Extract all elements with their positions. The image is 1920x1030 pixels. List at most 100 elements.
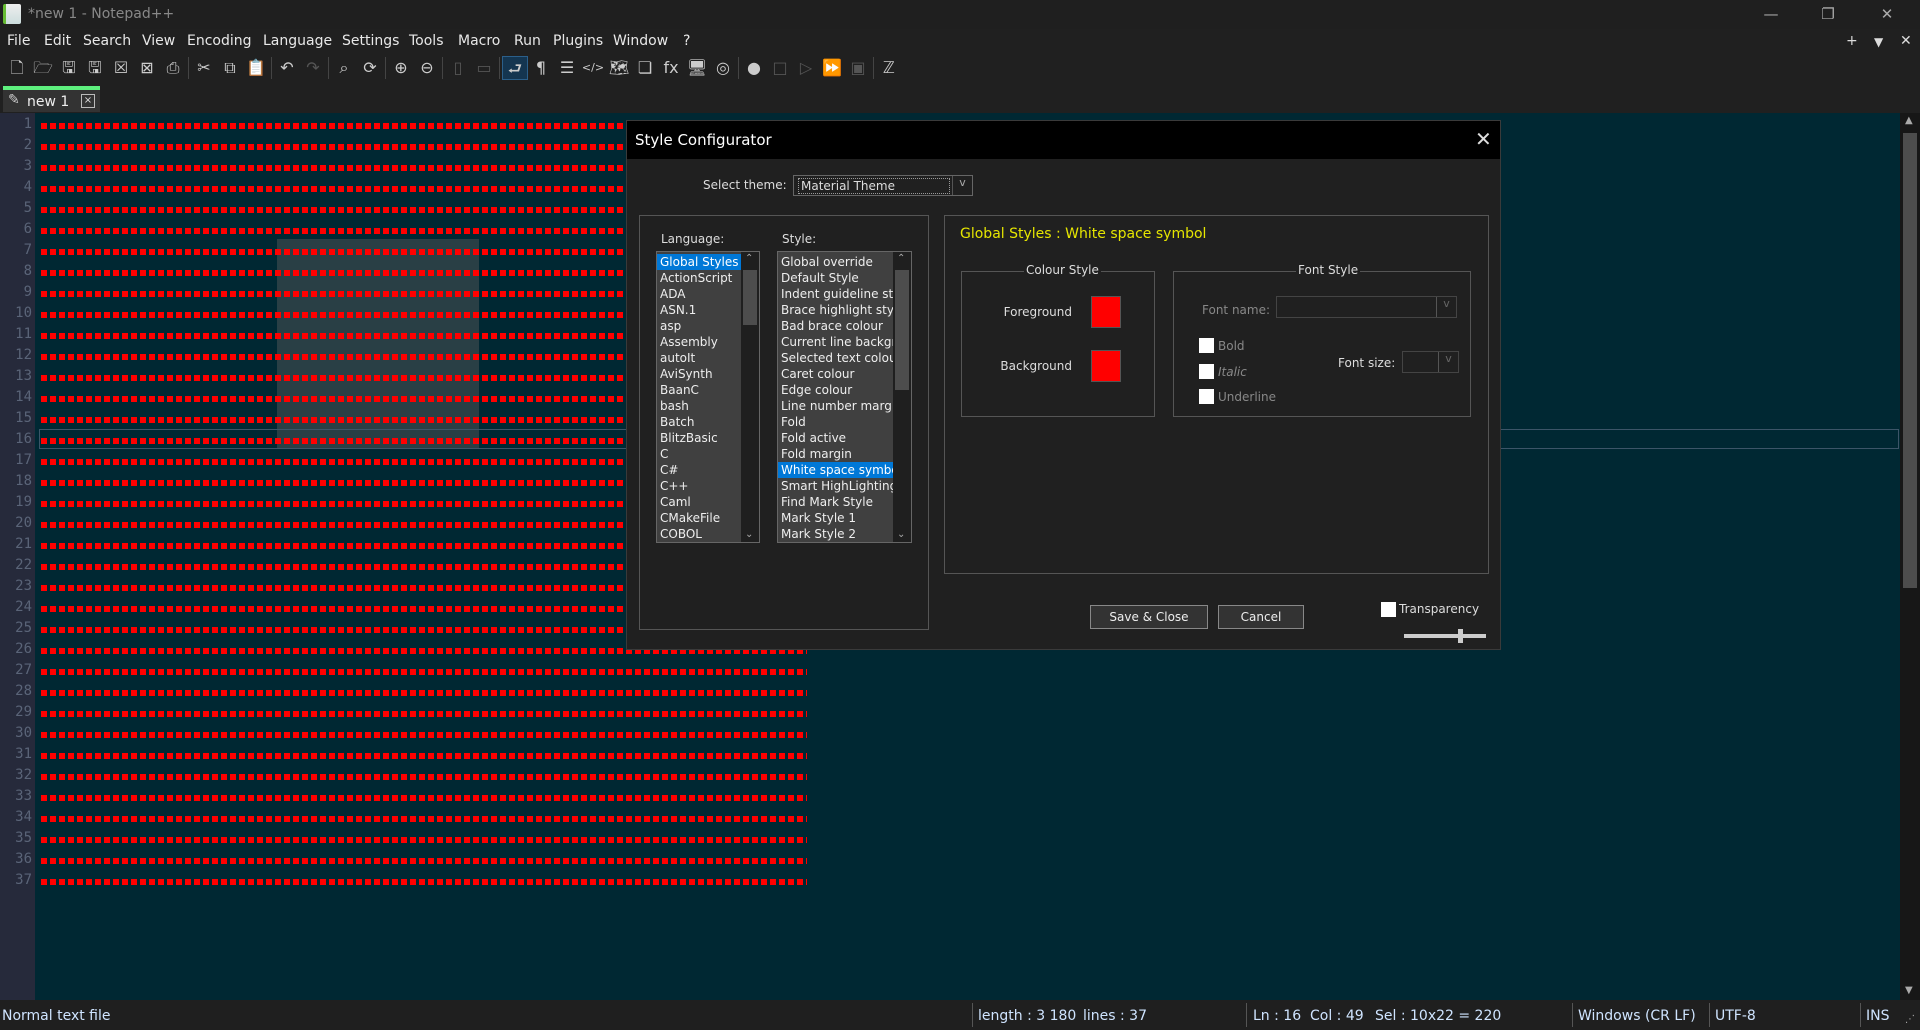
style-scrollbar[interactable]: ⌃ ⌄ (893, 252, 911, 542)
menu-settings[interactable]: Settings (342, 33, 399, 49)
language-list-item[interactable]: CMakeFile (657, 510, 741, 526)
status-insert-mode[interactable]: INS (1866, 1008, 1890, 1024)
style-list-item[interactable]: Caret colour (778, 366, 893, 382)
scroll-down-icon[interactable]: ⌄ (745, 529, 753, 540)
style-list-item[interactable]: Indent guideline style (778, 286, 893, 302)
document-list-icon[interactable]: ❏ (632, 56, 658, 80)
scroll-up-icon[interactable]: ⌃ (897, 253, 905, 264)
stop-macro-icon[interactable]: □ (767, 56, 793, 80)
sync-horizontal-icon[interactable]: ▭ (471, 56, 497, 80)
word-wrap-icon[interactable]: ⮐ (502, 56, 528, 80)
language-list-item[interactable]: COBOL (657, 526, 741, 542)
chevron-down-icon[interactable]: v (1438, 352, 1458, 372)
tab-close-icon[interactable]: × (81, 94, 95, 108)
language-list-item[interactable]: Batch (657, 414, 741, 430)
cancel-button[interactable]: Cancel (1218, 605, 1304, 629)
style-listbox[interactable]: Global override Default Style Indent guide… (777, 251, 912, 543)
language-list-item[interactable]: ActionScript (657, 270, 741, 286)
language-list-item[interactable]: BlitzBasic (657, 430, 741, 446)
transparency-slider[interactable] (1404, 629, 1486, 643)
menu-run[interactable]: Run (514, 33, 541, 49)
redo-icon[interactable]: ↷ (300, 56, 326, 80)
scrollbar-thumb[interactable] (1903, 133, 1917, 588)
style-list-item[interactable]: Mark Style 1 (778, 510, 893, 526)
monitoring-icon[interactable]: ◎ (710, 56, 736, 80)
language-list-item[interactable]: asp (657, 318, 741, 334)
play-macro-icon[interactable]: ▷ (793, 56, 819, 80)
menu-tools[interactable]: Tools (409, 33, 444, 49)
undo-icon[interactable]: ↶ (274, 56, 300, 80)
function-list-icon[interactable]: fx (658, 56, 684, 80)
paste-icon[interactable]: 📋 (243, 56, 269, 80)
run-macro-multiple-icon[interactable]: ⏩ (819, 56, 845, 80)
save-all-icon[interactable]: 🖫 (82, 56, 108, 80)
language-list-item[interactable]: ASN.1 (657, 302, 741, 318)
language-listbox[interactable]: Global Styles ActionScript ADA ASN.1 asp Asse… (656, 251, 760, 543)
status-encoding[interactable]: UTF-8 (1715, 1008, 1756, 1024)
show-all-chars-icon[interactable]: ¶ (528, 56, 554, 80)
cut-icon[interactable]: ✂ (191, 56, 217, 80)
style-list-item[interactable]: White space symbol (778, 462, 893, 478)
menu-help[interactable]: ? (683, 33, 690, 49)
language-list-item[interactable]: bash (657, 398, 741, 414)
folder-workspace-icon[interactable]: 🖥 (684, 56, 710, 80)
open-file-icon[interactable]: 🗁 (30, 56, 56, 80)
scrollbar-thumb[interactable] (743, 270, 757, 325)
language-list-item[interactable]: autoIt (657, 350, 741, 366)
new-tab-icon[interactable]: + (1846, 33, 1858, 49)
new-file-icon[interactable]: 🗋 (4, 56, 30, 80)
dialog-title-bar[interactable]: Style Configurator ✕ (627, 121, 1500, 159)
style-list-item[interactable]: Bad brace colour (778, 318, 893, 334)
language-list-item[interactable]: C# (657, 462, 741, 478)
menu-window[interactable]: Window (613, 33, 668, 49)
minimize-button[interactable]: — (1748, 2, 1794, 26)
style-list-item[interactable]: Edge colour (778, 382, 893, 398)
theme-select[interactable]: Material Theme v (793, 175, 973, 196)
bold-checkbox[interactable] (1199, 338, 1214, 353)
menu-plugins[interactable]: Plugins (553, 33, 603, 49)
language-list-item[interactable]: AviSynth (657, 366, 741, 382)
close-window-button[interactable]: ✕ (1864, 2, 1910, 26)
background-color-swatch[interactable] (1091, 350, 1121, 382)
sync-vertical-icon[interactable]: ▯ (445, 56, 471, 80)
dialog-close-button[interactable]: ✕ (1475, 127, 1492, 151)
language-list-item[interactable]: ADA (657, 286, 741, 302)
slider-thumb[interactable] (1457, 629, 1463, 643)
copy-icon[interactable]: ⧉ (217, 56, 243, 80)
tab-new-1[interactable]: ✎ new 1 × (3, 86, 100, 112)
xml-tags-icon[interactable]: </> (580, 56, 606, 80)
menu-search[interactable]: Search (83, 33, 131, 49)
scroll-down-icon[interactable]: ▼ (1905, 985, 1913, 996)
chevron-down-icon[interactable]: v (1436, 297, 1456, 317)
record-macro-icon[interactable]: ● (741, 56, 767, 80)
menu-encoding[interactable]: Encoding (187, 33, 252, 49)
language-list-item[interactable]: Caml (657, 494, 741, 510)
font-size-select[interactable]: v (1402, 351, 1459, 373)
menu-edit[interactable]: Edit (44, 33, 71, 49)
style-list-item[interactable]: Smart HighLighting (778, 478, 893, 494)
language-list-item[interactable]: C (657, 446, 741, 462)
language-list-item[interactable]: Global Styles (657, 254, 741, 270)
style-list-item[interactable]: Current line background (778, 334, 893, 350)
print-icon[interactable]: ⎙ (160, 56, 186, 80)
style-list-item[interactable]: Global override (778, 254, 893, 270)
save-close-button[interactable]: Save & Close (1090, 605, 1208, 629)
style-list-item[interactable]: Mark Style 2 (778, 526, 893, 542)
style-list-item[interactable]: Find Mark Style (778, 494, 893, 510)
menu-language[interactable]: Language (263, 33, 332, 49)
foreground-color-swatch[interactable] (1091, 296, 1121, 328)
save-macro-icon[interactable]: ▣ (845, 56, 871, 80)
scrollbar-thumb[interactable] (895, 270, 909, 390)
transparency-checkbox[interactable] (1381, 602, 1396, 617)
replace-icon[interactable]: ⟳ (357, 56, 383, 80)
language-list-item[interactable]: C++ (657, 478, 741, 494)
tab-list-dropdown-icon[interactable]: ▼ (1874, 35, 1883, 49)
italic-checkbox[interactable] (1199, 364, 1214, 379)
restore-button[interactable]: ❐ (1805, 2, 1851, 26)
find-icon[interactable]: ⌕ (331, 56, 357, 80)
style-list-item[interactable]: Brace highlight style (778, 302, 893, 318)
scroll-up-icon[interactable]: ⌃ (745, 253, 753, 264)
close-tab-icon[interactable]: ✕ (1900, 33, 1912, 49)
save-icon[interactable]: 🖫 (56, 56, 82, 80)
language-list-item[interactable]: BaanC (657, 382, 741, 398)
